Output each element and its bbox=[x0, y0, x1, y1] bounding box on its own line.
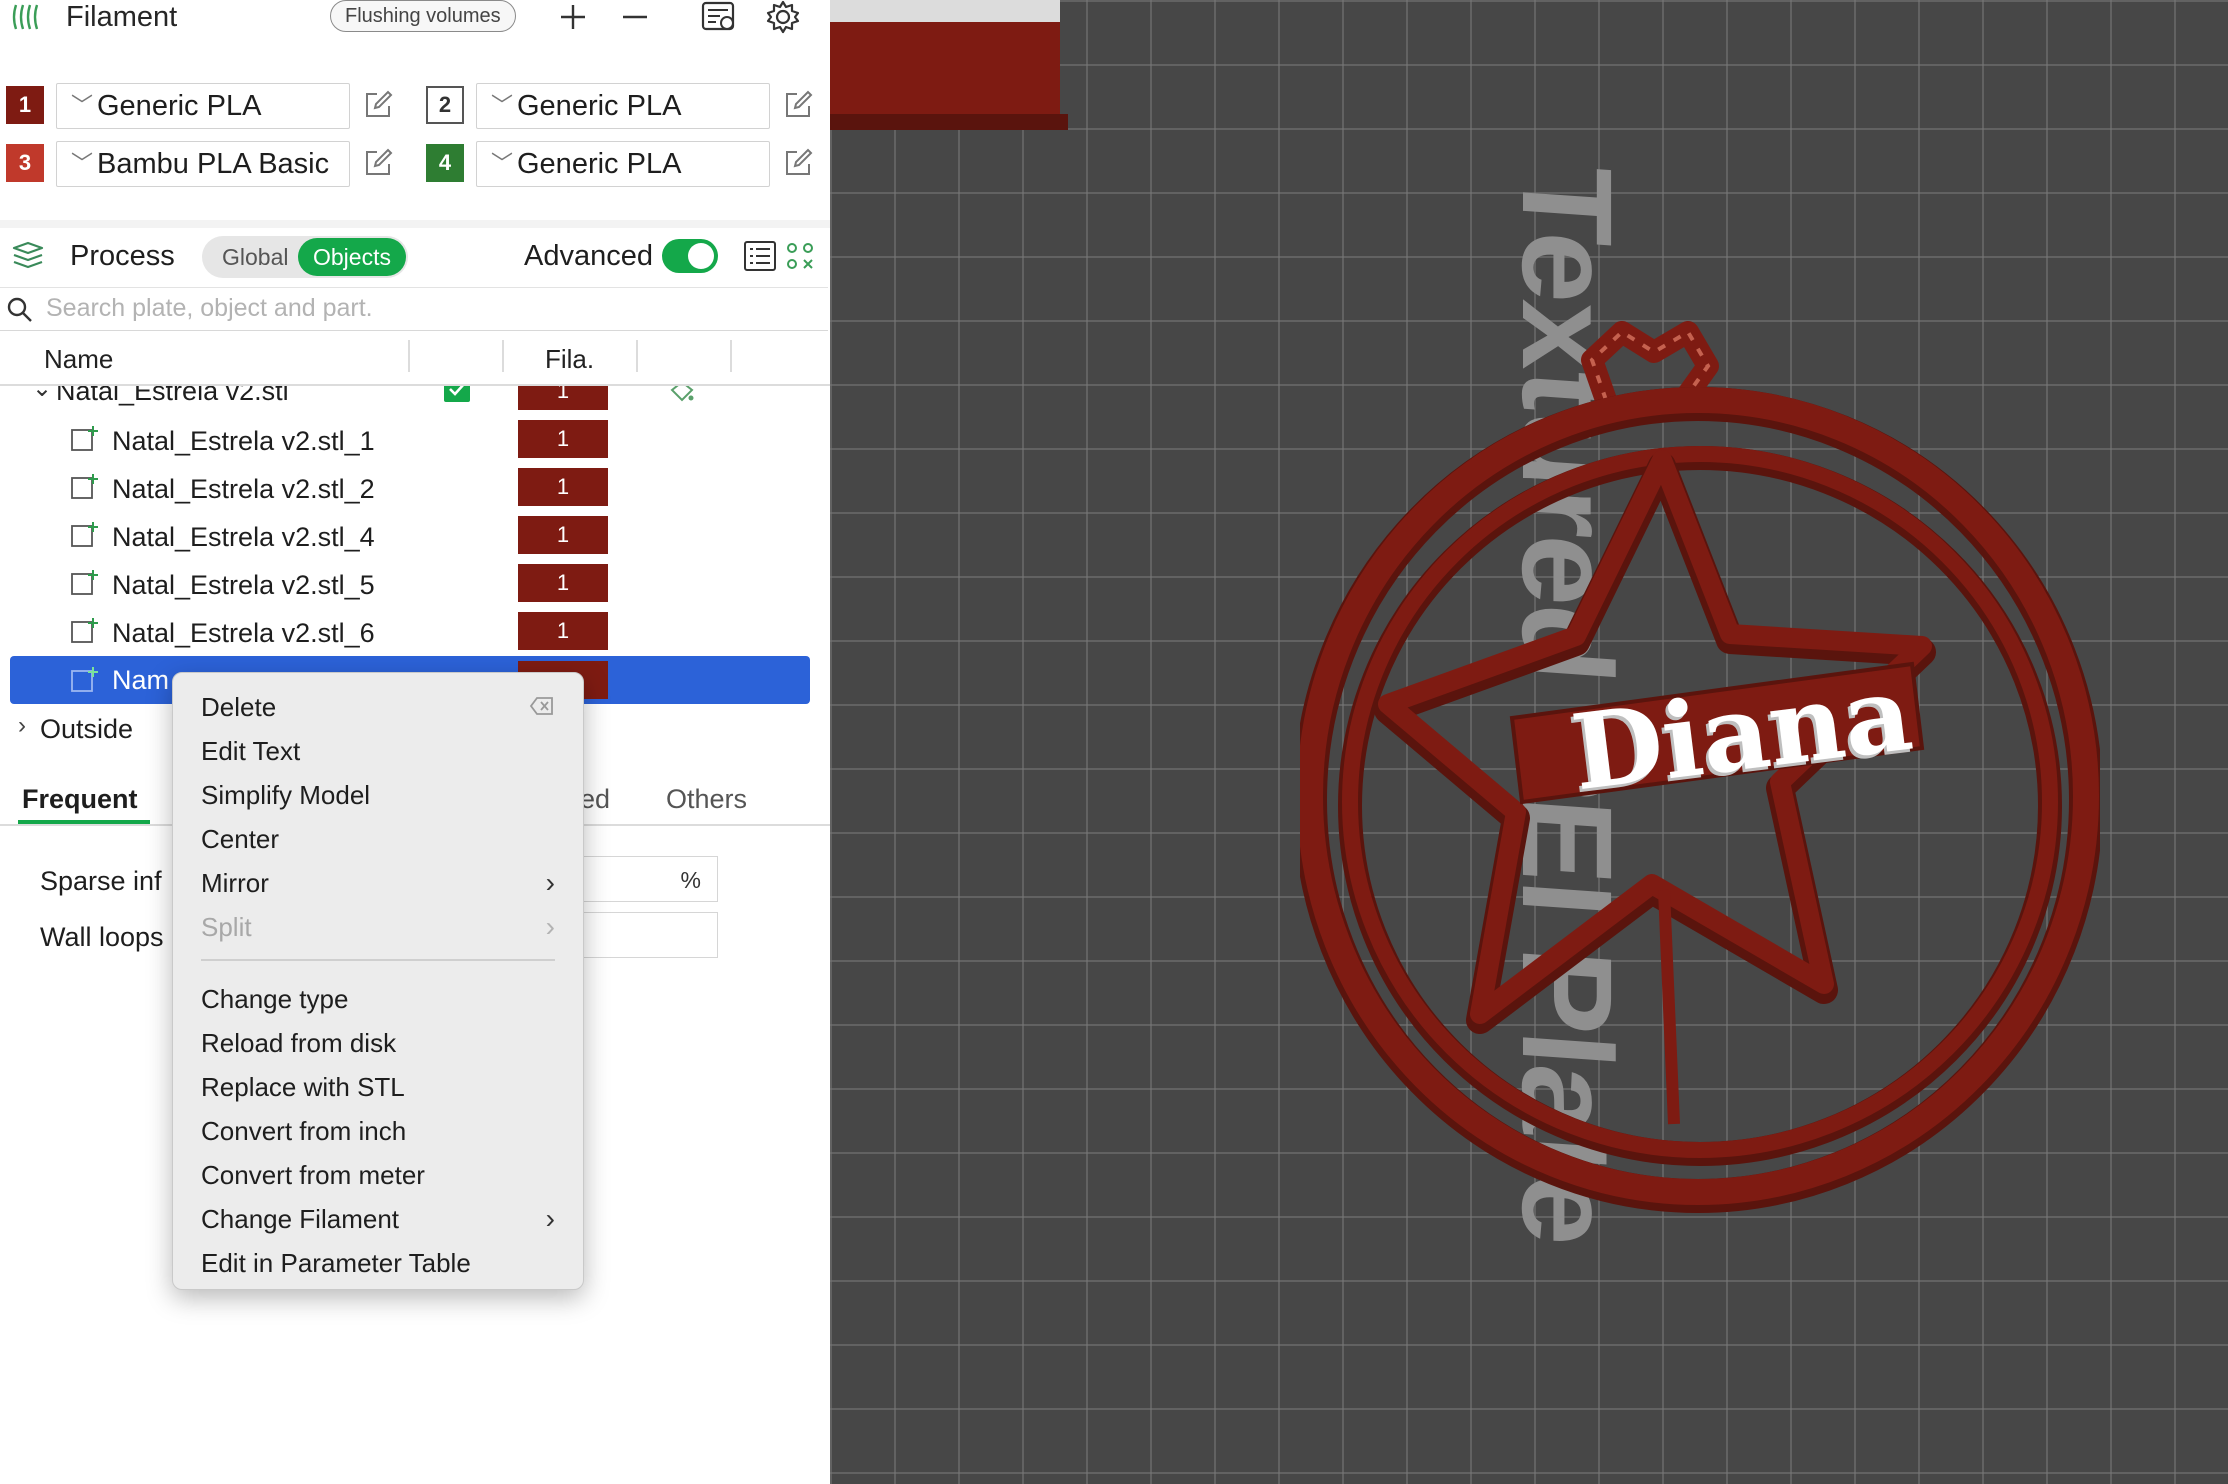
table-row[interactable]: Natal_Estrela v2.stl_1 1 bbox=[0, 418, 830, 464]
part-icon bbox=[71, 522, 98, 547]
filament-slot-4-select[interactable]: ﹀ Generic PLA bbox=[476, 141, 770, 187]
chevron-down-icon[interactable]: ⌄ bbox=[32, 386, 52, 403]
part-filament-box[interactable]: 1 bbox=[518, 516, 608, 554]
chevron-down-icon: ﹀ bbox=[491, 151, 514, 176]
part-filament-box[interactable]: 1 bbox=[518, 420, 608, 458]
tab-partial[interactable]: ed bbox=[580, 784, 610, 815]
flushing-volumes-button[interactable]: Flushing volumes bbox=[330, 0, 516, 32]
menu-item-delete[interactable]: Delete bbox=[201, 687, 276, 727]
edit-icon[interactable] bbox=[363, 148, 393, 178]
part-name: Natal_Estrela v2.stl_5 bbox=[112, 570, 375, 600]
table-row[interactable]: Natal_Estrela v2.stl_4 1 bbox=[0, 514, 830, 560]
menu-separator bbox=[201, 959, 555, 961]
part-filament-box[interactable]: 1 bbox=[518, 612, 608, 650]
column-header-filament[interactable]: Fila. bbox=[545, 344, 594, 375]
filament-slot-4-badge[interactable]: 4 bbox=[426, 144, 464, 182]
menu-item-mirror[interactable]: Mirror bbox=[201, 863, 269, 903]
menu-item-convert-from-meter[interactable]: Convert from meter bbox=[201, 1155, 425, 1195]
tab-frequent[interactable]: Frequent bbox=[22, 784, 138, 815]
part-name: Natal_Estrela v2.stl_6 bbox=[112, 618, 375, 648]
process-title: Process bbox=[70, 240, 175, 272]
outside-group[interactable]: Outside bbox=[40, 712, 133, 746]
chevron-right-icon: › bbox=[545, 1203, 555, 1234]
menu-item-split: Split bbox=[201, 912, 252, 942]
plate-edge bbox=[830, 0, 1068, 130]
paint-bucket-icon[interactable] bbox=[668, 386, 696, 406]
3d-viewport[interactable]: Textured PEI Plate Diana bbox=[830, 0, 2228, 1484]
list-view-icon[interactable] bbox=[742, 238, 778, 274]
filament-icon bbox=[12, 4, 39, 30]
edit-icon[interactable] bbox=[783, 90, 813, 120]
filament-slot-2-select[interactable]: ﹀ Generic PLA bbox=[476, 83, 770, 129]
sparse-infill-label: Sparse inf bbox=[40, 866, 162, 896]
filament-title: Filament bbox=[66, 1, 178, 33]
menu-item-reload-from-disk[interactable]: Reload from disk bbox=[201, 1023, 396, 1063]
global-objects-switch[interactable]: Global Objects bbox=[202, 236, 408, 278]
chevron-right-icon: › bbox=[545, 911, 555, 942]
table-row[interactable]: Natal_Estrela v2.stl_2 1 bbox=[0, 466, 830, 512]
remove-icon[interactable] bbox=[620, 2, 650, 32]
objects-option[interactable]: Objects bbox=[298, 238, 406, 276]
edit-icon[interactable] bbox=[363, 90, 393, 120]
part-icon bbox=[71, 618, 98, 643]
chevron-right-icon: › bbox=[545, 867, 555, 898]
table-row[interactable]: Natal_Estrela v2.stl_5 1 bbox=[0, 562, 830, 608]
object-row[interactable]: ⌄ Natal_Estrela v2.stl 1 bbox=[0, 386, 830, 410]
search-bar[interactable]: Search plate, object and part. bbox=[0, 287, 828, 331]
menu-item-center[interactable]: Center bbox=[201, 819, 279, 859]
menu-item-change-filament[interactable]: Change Filament bbox=[201, 1199, 399, 1239]
part-icon bbox=[71, 426, 98, 451]
context-menu: Delete Edit Text Simplify Model Center M… bbox=[172, 672, 584, 1290]
section-divider bbox=[0, 220, 830, 228]
filament-slot-1-select[interactable]: ﹀ Generic PLA bbox=[56, 83, 350, 129]
menu-item-change-type[interactable]: Change type bbox=[201, 979, 348, 1019]
chevron-down-icon: ﹀ bbox=[71, 93, 94, 118]
tab-others[interactable]: Others bbox=[666, 784, 747, 815]
part-name: Nam bbox=[112, 665, 170, 695]
part-name: Natal_Estrela v2.stl_1 bbox=[112, 426, 375, 456]
part-name: Natal_Estrela v2.stl_2 bbox=[112, 474, 375, 504]
menu-item-edit-in-parameter-table[interactable]: Edit in Parameter Table bbox=[201, 1243, 471, 1283]
checkbox-checked-icon[interactable] bbox=[444, 386, 470, 402]
advanced-label: Advanced bbox=[524, 240, 653, 272]
filament-sync-icon[interactable] bbox=[700, 0, 738, 34]
chevron-down-icon: ﹀ bbox=[491, 93, 514, 118]
gear-icon[interactable] bbox=[766, 0, 800, 34]
part-icon bbox=[71, 570, 98, 595]
part-filament-box[interactable]: 1 bbox=[518, 564, 608, 602]
part-filament-box[interactable]: 1 bbox=[518, 468, 608, 506]
layers-icon bbox=[12, 241, 44, 269]
compare-icon[interactable] bbox=[784, 240, 816, 272]
delete-key-icon bbox=[529, 697, 553, 715]
menu-item-simplify-model[interactable]: Simplify Model bbox=[201, 775, 370, 815]
add-icon[interactable] bbox=[558, 2, 588, 32]
search-icon bbox=[7, 297, 32, 322]
part-icon bbox=[71, 667, 98, 692]
object-name: Natal_Estrela v2.stl bbox=[56, 386, 289, 406]
menu-item-edit-text[interactable]: Edit Text bbox=[201, 731, 300, 771]
chevron-down-icon: ﹀ bbox=[71, 151, 94, 176]
advanced-toggle[interactable] bbox=[662, 239, 718, 273]
menu-item-convert-from-inch[interactable]: Convert from inch bbox=[201, 1111, 406, 1151]
filament-slot-3-badge[interactable]: 3 bbox=[6, 144, 44, 182]
filament-slot-1-badge[interactable]: 1 bbox=[6, 86, 44, 124]
global-option[interactable]: Global bbox=[222, 244, 288, 271]
column-header-name[interactable]: Name bbox=[44, 344, 113, 375]
search-input[interactable]: Search plate, object and part. bbox=[46, 294, 373, 323]
object-filament-box[interactable]: 1 bbox=[518, 386, 608, 410]
filament-slot-2-badge[interactable]: 2 bbox=[426, 86, 464, 124]
wall-loops-label: Wall loops bbox=[40, 922, 164, 952]
menu-item-replace-with-stl[interactable]: Replace with STL bbox=[201, 1067, 405, 1107]
chevron-right-icon[interactable]: › bbox=[18, 712, 26, 740]
part-name: Natal_Estrela v2.stl_4 bbox=[112, 522, 375, 552]
filament-slot-3-select[interactable]: ﹀ Bambu PLA Basic bbox=[56, 141, 350, 187]
part-icon bbox=[71, 474, 98, 499]
edit-icon[interactable] bbox=[783, 148, 813, 178]
table-row[interactable]: Natal_Estrela v2.stl_6 1 bbox=[0, 610, 830, 656]
